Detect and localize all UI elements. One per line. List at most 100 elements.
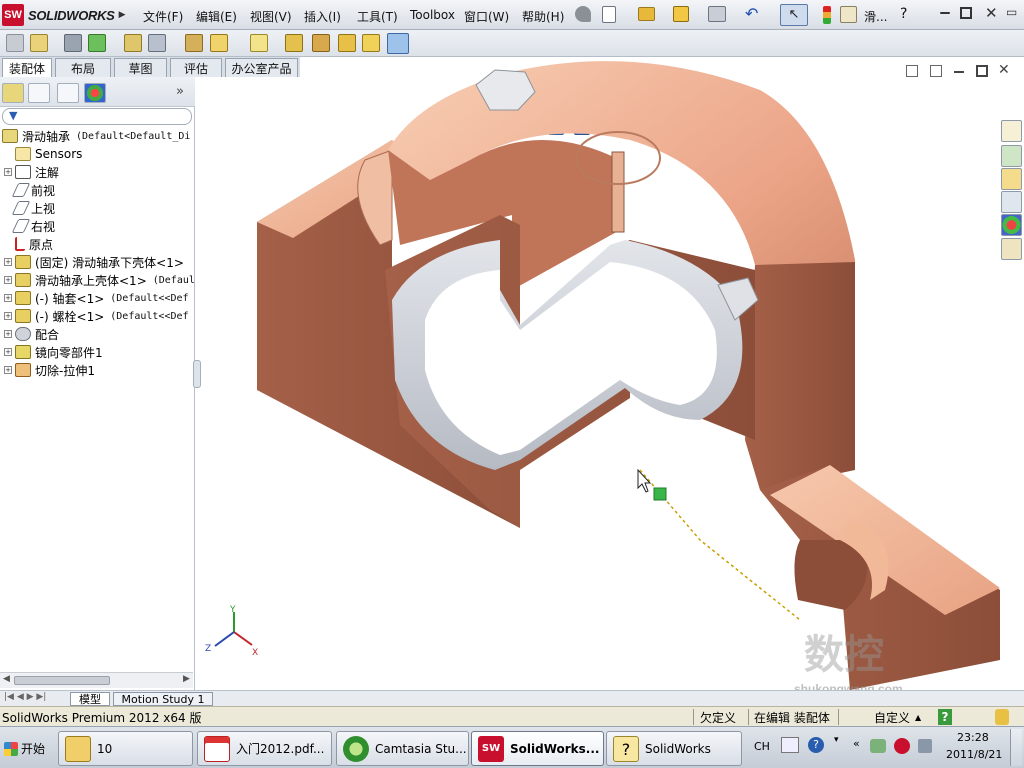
menu-window[interactable]: 窗口(W) [464, 8, 509, 25]
property-manager-tab-icon[interactable] [28, 83, 50, 103]
taskbar-item-camtasia[interactable]: Camtasia Stu... [336, 731, 469, 766]
design-library-tab-icon[interactable] [1001, 145, 1022, 167]
keyboard-icon[interactable] [781, 737, 799, 753]
tab-motion-study-1[interactable]: Motion Study 1 [113, 692, 213, 706]
solidworks-logo[interactable]: SW SOLIDWORKS ▶ [2, 3, 130, 27]
expand-toggle-icon[interactable]: + [4, 294, 12, 302]
expand-toggle-icon[interactable]: + [4, 312, 12, 320]
expand-toggle-icon[interactable]: + [4, 258, 12, 266]
input-language[interactable]: CH [754, 740, 770, 753]
taskbar-item-solidworks-help[interactable]: ? SolidWorks [606, 731, 742, 766]
bill-of-materials-icon[interactable] [312, 34, 330, 52]
pin-icon[interactable] [575, 6, 591, 22]
tree-root[interactable]: 滑动轴承 (Default<Default_Di [0, 127, 195, 145]
window-more-icon[interactable]: ▭ [1006, 5, 1020, 21]
tree-item[interactable]: + 注解 [0, 163, 195, 181]
restore-icon[interactable] [960, 7, 972, 19]
show-hidden-icons[interactable]: « [853, 737, 860, 750]
start-button[interactable]: 开始 [1, 731, 53, 766]
units-arrow-icon[interactable]: ▲ [915, 709, 921, 725]
resources-tab-icon[interactable] [1001, 120, 1022, 142]
view-palette-tab-icon[interactable] [1001, 191, 1022, 213]
display-manager-tab-icon[interactable] [84, 83, 106, 103]
status-help-icon[interactable]: ? [938, 709, 952, 725]
taskbar-item-pdf[interactable]: 入门2012.pdf... [197, 731, 332, 766]
tree-item[interactable]: 原点 [0, 235, 195, 253]
tab-model[interactable]: 模型 [70, 692, 110, 706]
collapse-panel-icon[interactable]: » [176, 84, 184, 99]
tab-sketch[interactable]: 草图 [114, 58, 167, 77]
tree-item[interactable]: 右视 [0, 217, 195, 235]
rebuild-icon[interactable] [673, 6, 689, 22]
new-part-icon[interactable] [30, 34, 48, 52]
expand-toggle-icon[interactable]: + [4, 348, 12, 356]
appearances-tab-icon[interactable] [1001, 214, 1022, 236]
show-desktop-button[interactable] [1010, 729, 1022, 766]
clock-time[interactable]: 23:28 [957, 731, 989, 744]
linear-pattern-icon[interactable] [88, 34, 106, 52]
close-icon[interactable]: ✕ [985, 5, 999, 21]
scroll-thumb[interactable] [14, 676, 110, 685]
menu-help[interactable]: 帮助(H) [522, 8, 564, 25]
insert-components-icon[interactable] [6, 34, 24, 52]
expand-toggle-icon[interactable]: + [4, 366, 12, 374]
mate-icon[interactable] [64, 34, 82, 52]
new-motion-study-icon[interactable] [285, 34, 303, 52]
menu-insert[interactable]: 插入(I) [304, 8, 341, 25]
minimize-icon[interactable] [940, 12, 950, 14]
record-icon[interactable] [894, 738, 910, 754]
tree-item[interactable]: + (-) 轴套<1> (Default<<Def [0, 289, 195, 307]
file-explorer-tab-icon[interactable] [1001, 168, 1022, 190]
tree-item[interactable]: + 镜向零部件1 [0, 343, 195, 361]
options-icon[interactable] [840, 6, 857, 23]
menu-tools[interactable]: 工具(T) [357, 8, 398, 25]
expand-toggle-icon[interactable]: + [4, 276, 12, 284]
smart-fasteners-icon[interactable] [124, 34, 142, 52]
menu-view[interactable]: 视图(V) [250, 8, 292, 25]
tab-layout[interactable]: 布局 [55, 58, 111, 77]
print-icon[interactable] [708, 6, 726, 22]
ime-options-icon[interactable]: ▾ [834, 735, 839, 745]
scroll-left-icon[interactable]: ◀ [3, 674, 10, 684]
instant3d-icon[interactable] [387, 33, 409, 54]
explode-line-sketch-icon[interactable] [362, 34, 380, 52]
tab-scroll-first-icon[interactable]: |◀ ◀ ▶ ▶| [4, 692, 46, 702]
menu-toolbox[interactable]: Toolbox [410, 8, 455, 22]
tree-item[interactable]: + 滑动轴承上壳体<1> (Defaul [0, 271, 195, 289]
clock-date[interactable]: 2011/8/21 [946, 748, 1002, 761]
ime-help-icon[interactable]: ? [808, 737, 824, 753]
tree-filter-input[interactable]: ▼ [2, 108, 192, 125]
menu-file[interactable]: 文件(F) [143, 8, 183, 25]
expand-toggle-icon[interactable]: + [4, 168, 12, 176]
feature-tree-tab-icon[interactable] [2, 83, 24, 103]
taskbar-item-solidworks[interactable]: SW SolidWorks... [471, 731, 604, 766]
network-icon[interactable] [870, 739, 886, 753]
tab-assembly[interactable]: 装配体 [2, 58, 52, 77]
tree-item[interactable]: + (-) 螺栓<1> (Default<<Def [0, 307, 195, 325]
undo-icon[interactable]: ↶ [745, 6, 761, 22]
assembly-features-icon[interactable] [210, 34, 228, 52]
select-arrow-icon[interactable]: ↖ [780, 4, 808, 26]
expand-toggle-icon[interactable]: + [4, 330, 12, 338]
volume-icon[interactable] [918, 739, 932, 753]
exploded-view-icon[interactable] [338, 34, 356, 52]
open-folder-icon[interactable] [638, 7, 655, 21]
help-icon[interactable]: ? [900, 6, 907, 22]
tree-item[interactable]: + (固定) 滑动轴承下壳体<1> [0, 253, 195, 271]
configuration-manager-tab-icon[interactable] [57, 83, 79, 103]
new-document-icon[interactable] [602, 6, 616, 23]
show-hidden-icon[interactable] [185, 34, 203, 52]
tree-item[interactable]: + 切除-拉伸1 [0, 361, 195, 379]
tree-horizontal-scrollbar[interactable]: ◀ ▶ [0, 672, 193, 688]
tag-icon[interactable] [995, 709, 1009, 725]
custom-properties-tab-icon[interactable] [1001, 238, 1022, 260]
units-selector[interactable]: 自定义 [874, 709, 910, 725]
move-component-icon[interactable] [148, 34, 166, 52]
traffic-light-icon[interactable] [823, 6, 831, 24]
scroll-right-icon[interactable]: ▶ [183, 674, 190, 684]
tree-item[interactable]: + 配合 [0, 325, 195, 343]
tree-item[interactable]: 前视 [0, 181, 195, 199]
taskbar-item-folder[interactable]: 10 [58, 731, 193, 766]
reference-geometry-icon[interactable] [250, 34, 268, 52]
tree-item[interactable]: 上视 [0, 199, 195, 217]
